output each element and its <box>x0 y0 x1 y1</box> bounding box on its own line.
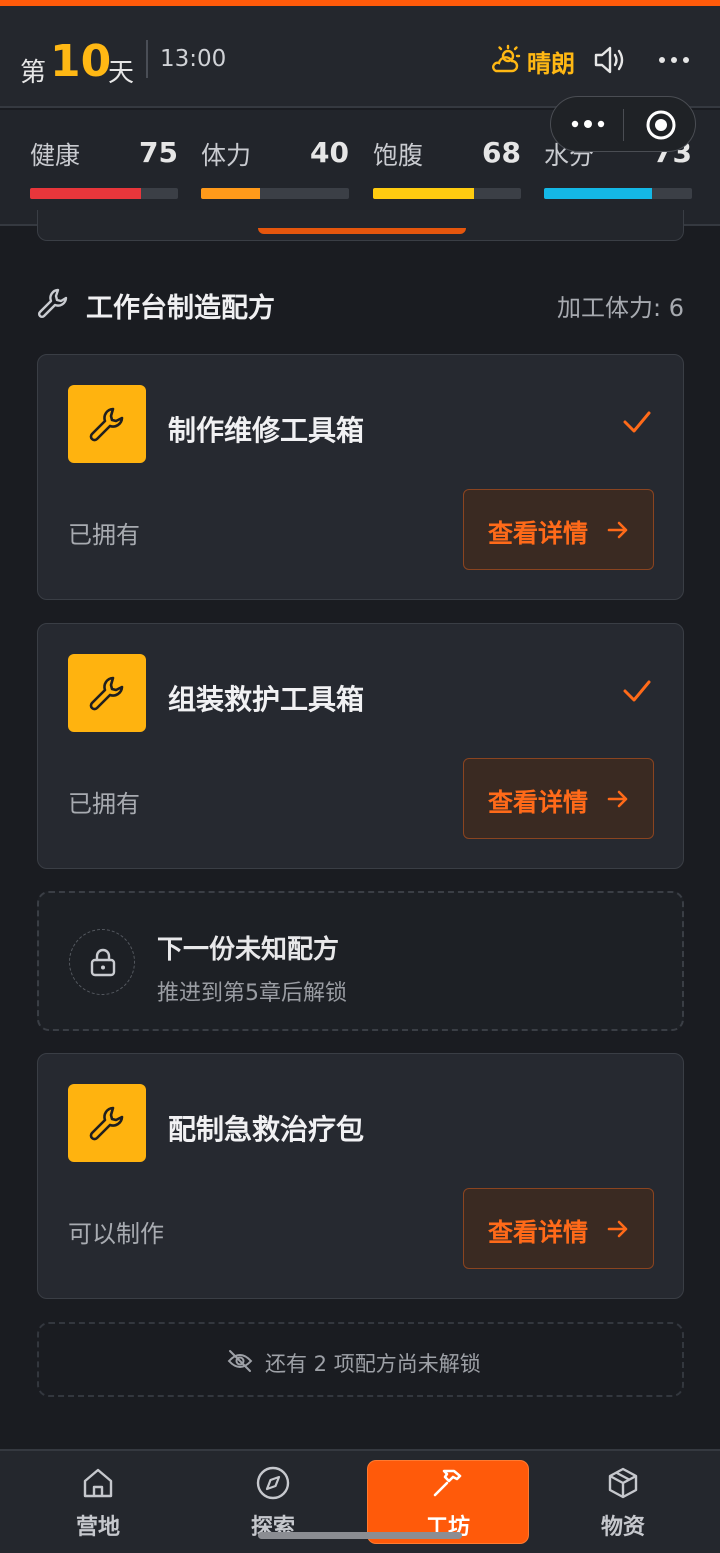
hidden-recipes-note: 还有 2 项配方尚未解锁 <box>37 1322 684 1397</box>
locked-recipe-title: 下一份未知配方 <box>157 935 340 965</box>
crafting-stamina: 加工体力: 6 <box>557 294 684 322</box>
recipe-card: 制作维修工具箱 已拥有 查看详情 <box>37 354 684 600</box>
stat-health: 健康 75 <box>30 136 178 206</box>
stat-fill <box>201 188 261 199</box>
compass-icon <box>256 1466 290 1500</box>
stat-fill <box>30 188 141 199</box>
recipe-title: 组装救护工具箱 <box>168 683 365 716</box>
speaker-icon[interactable] <box>592 44 628 76</box>
lock-icon <box>90 948 116 977</box>
miniprogram-capsule <box>550 96 696 152</box>
stat-label: 健康 <box>30 141 81 170</box>
day-prefix: 第 <box>20 58 47 88</box>
arrow-right-icon <box>607 790 628 808</box>
stat-fill <box>544 188 653 199</box>
view-details-button[interactable]: 查看详情 <box>463 489 654 570</box>
lock-badge <box>69 929 135 995</box>
stat-stamina: 体力 40 <box>201 136 349 206</box>
stat-track <box>201 188 349 199</box>
day-number: 10 <box>50 36 112 87</box>
nav-item-workshop[interactable]: 工坊 <box>368 1461 528 1543</box>
top-header: 第 10 天 13:00 晴朗 <box>0 6 720 108</box>
stat-value: 68 <box>482 136 521 169</box>
recipe-card: 组装救护工具箱 已拥有 查看详情 <box>37 623 684 869</box>
locked-recipe-card: 下一份未知配方 推进到第5章后解锁 <box>37 891 684 1031</box>
unlock-hint: 推进到第5章后解锁 <box>157 981 347 1006</box>
recipe-icon-tile <box>68 654 146 732</box>
wrench-icon <box>89 676 124 711</box>
recipe-title: 配制急救治疗包 <box>168 1113 365 1146</box>
game-time: 13:00 <box>160 46 227 72</box>
wrench-icon <box>89 1106 124 1141</box>
hammer-icon <box>433 1469 462 1497</box>
nav-item-supplies[interactable]: 物资 <box>543 1461 703 1543</box>
stat-value: 40 <box>310 136 349 169</box>
arrow-right-icon <box>607 521 628 539</box>
stat-track <box>544 188 692 199</box>
eye-off-icon <box>227 1350 253 1372</box>
recipe-title: 制作维修工具箱 <box>168 414 365 447</box>
hidden-recipes-text: 还有 2 项配方尚未解锁 <box>265 1352 481 1376</box>
recipe-icon-tile <box>68 1084 146 1162</box>
capsule-more-icon[interactable] <box>571 116 605 132</box>
check-icon <box>623 680 651 702</box>
recipe-icon-tile <box>68 385 146 463</box>
stat-label: 体力 <box>201 141 252 170</box>
view-details-button[interactable]: 查看详情 <box>463 1188 654 1269</box>
stat-fill <box>373 188 474 199</box>
stat-satiety: 饱腹 68 <box>373 136 521 206</box>
check-icon <box>623 411 651 433</box>
nav-label: 营地 <box>75 1515 120 1540</box>
nav-item-explore[interactable]: 探索 <box>193 1461 353 1543</box>
view-details-label: 查看详情 <box>488 788 589 817</box>
box-icon <box>608 1467 638 1499</box>
stat-label: 饱腹 <box>373 141 424 170</box>
capsule-separator <box>623 109 624 141</box>
view-details-label: 查看详情 <box>488 519 589 548</box>
home-indicator <box>258 1532 462 1539</box>
previous-card-button-edge <box>258 228 466 234</box>
recipe-card: 配制急救治疗包 可以制作 查看详情 <box>37 1053 684 1299</box>
recipe-status: 可以制作 <box>68 1220 164 1248</box>
nav-item-camp[interactable]: 营地 <box>18 1461 178 1543</box>
view-details-label: 查看详情 <box>488 1218 589 1247</box>
stat-track <box>30 188 178 199</box>
stat-value: 75 <box>139 136 178 169</box>
view-details-button[interactable]: 查看详情 <box>463 758 654 839</box>
weather-label: 晴朗 <box>527 50 575 78</box>
recipe-status: 已拥有 <box>68 521 140 549</box>
section-title: 工作台制造配方 <box>86 293 275 324</box>
arrow-right-icon <box>607 1220 628 1238</box>
capsule-close-icon[interactable] <box>645 109 677 141</box>
wrench-icon <box>37 288 68 319</box>
header-divider <box>146 40 148 78</box>
more-menu-icon[interactable] <box>658 50 690 70</box>
day-suffix: 天 <box>108 58 135 88</box>
sun-cloud-icon <box>492 44 521 73</box>
recipe-status: 已拥有 <box>68 790 140 818</box>
wrench-icon <box>89 407 124 442</box>
home-icon <box>83 1468 113 1498</box>
nav-label: 物资 <box>600 1515 645 1540</box>
stat-track <box>373 188 521 199</box>
previous-card-edge <box>37 210 684 241</box>
